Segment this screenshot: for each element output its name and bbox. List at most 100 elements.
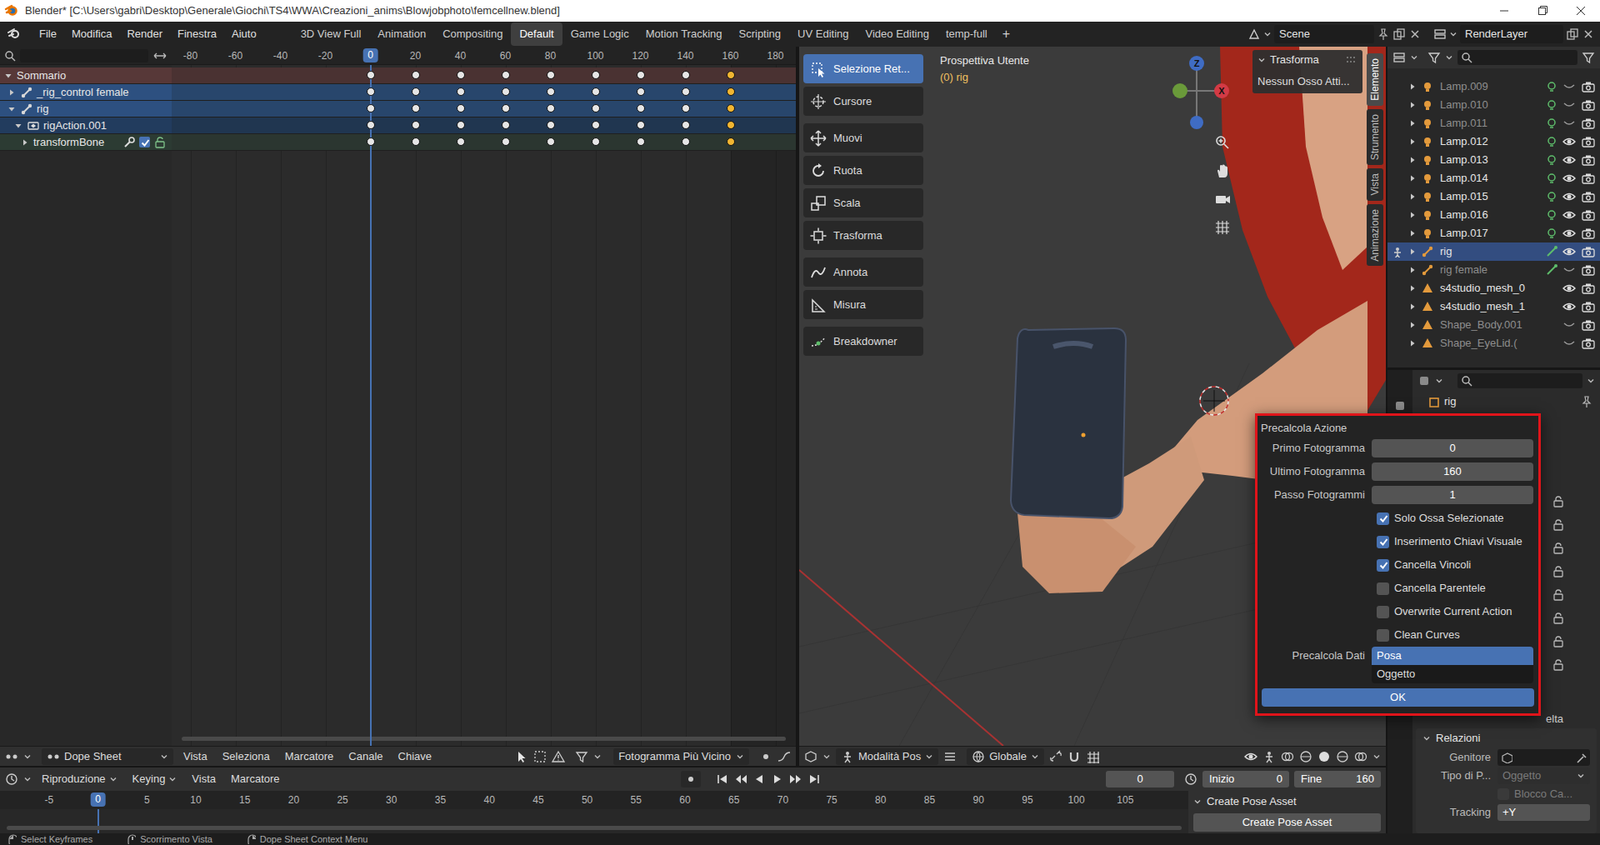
outliner-row[interactable]: rig: [1387, 242, 1600, 261]
editor-type-icon[interactable]: [5, 750, 19, 764]
close-icon[interactable]: [1581, 27, 1595, 41]
eye-icon[interactable]: [1560, 171, 1578, 185]
keyframe[interactable]: [591, 137, 600, 146]
workspace-tab[interactable]: Game Logic: [562, 22, 638, 46]
workspace-tab[interactable]: Motion Tracking: [637, 22, 731, 46]
gizmo-toggle-icon[interactable]: [1262, 750, 1276, 764]
expand-icon[interactable]: [1406, 119, 1419, 128]
editor-type-icon[interactable]: [1417, 374, 1431, 388]
render-icon[interactable]: [1580, 300, 1597, 314]
outliner-row[interactable]: rig female: [1387, 260, 1600, 280]
horizontal-scrollbar[interactable]: [181, 736, 786, 741]
outliner-row[interactable]: Lamp.009: [1387, 77, 1600, 96]
wireframe-icon[interactable]: [1299, 750, 1313, 764]
camera-view-icon[interactable]: [1213, 190, 1232, 209]
tracking-axis-field[interactable]: +Y: [1497, 804, 1590, 821]
keyframe[interactable]: [726, 120, 735, 130]
expand-icon[interactable]: [1406, 302, 1419, 311]
mode-dropdown[interactable]: Dope Sheet: [41, 748, 174, 765]
keyframe[interactable]: [681, 87, 690, 96]
workspace-tab[interactable]: Animation: [369, 22, 435, 46]
keyframe[interactable]: [411, 87, 420, 96]
tool-button[interactable]: Selezione Ret...: [803, 54, 924, 84]
keyframe[interactable]: [636, 70, 645, 80]
outliner-row[interactable]: Lamp.012: [1387, 132, 1600, 151]
render-icon[interactable]: [1580, 153, 1597, 167]
pan-icon[interactable]: [1213, 161, 1232, 180]
dialog-option-row[interactable]: Solo Ossa Selezionate: [1259, 506, 1537, 530]
header-menu[interactable]: Marcatore: [280, 748, 340, 765]
checkbox[interactable]: [1376, 535, 1390, 549]
expand-icon[interactable]: [1406, 229, 1419, 238]
interaction-mode-dropdown[interactable]: Modalità Pos: [835, 748, 939, 765]
close-window-icon[interactable]: [1561, 0, 1600, 22]
keyframe[interactable]: [546, 70, 555, 80]
filter-icon[interactable]: [575, 750, 589, 764]
snap-icon[interactable]: [1067, 750, 1081, 764]
menu-item[interactable]: Finestra: [170, 23, 225, 45]
timeline-menu[interactable]: Keying: [127, 770, 183, 788]
render-icon[interactable]: [1580, 208, 1597, 222]
dialog-option-row[interactable]: Clean Curves: [1259, 623, 1537, 647]
pin-icon[interactable]: [1580, 395, 1594, 409]
start-frame-field[interactable]: Inizio0: [1202, 770, 1290, 788]
keyframe[interactable]: [591, 120, 600, 130]
keyframe[interactable]: [681, 104, 690, 113]
tool-button[interactable]: Annota: [803, 257, 924, 287]
timeline-menu[interactable]: Vista: [186, 770, 221, 788]
keyframe[interactable]: [501, 104, 510, 113]
channel-row[interactable]: _rig_control female: [0, 84, 172, 101]
header-menu[interactable]: Chiave: [393, 748, 437, 765]
render-icon[interactable]: [1580, 336, 1597, 350]
lock-icon[interactable]: [1551, 495, 1565, 509]
menu-option[interactable]: Oggetto: [1371, 665, 1534, 684]
channel-row[interactable]: rigAction.001: [0, 117, 172, 135]
lock-icon[interactable]: [1551, 518, 1565, 532]
expand-icon[interactable]: [1406, 339, 1419, 348]
current-frame-marker[interactable]: 0: [362, 48, 379, 63]
menu-item[interactable]: Modifica: [64, 23, 120, 45]
eye-icon[interactable]: [1560, 208, 1578, 222]
channel-row[interactable]: transformBone: [0, 134, 172, 151]
eye-closed-icon[interactable]: [1560, 80, 1578, 94]
tool-button[interactable]: Ruota: [803, 155, 924, 185]
keyframe[interactable]: [591, 104, 600, 113]
keyframe[interactable]: [366, 87, 375, 96]
keyframe[interactable]: [366, 104, 375, 113]
menu-item[interactable]: Aiuto: [224, 23, 265, 45]
channel-checkbox[interactable]: [139, 136, 150, 148]
eye-closed-icon[interactable]: [1560, 336, 1578, 350]
tool-button[interactable]: Misura: [803, 290, 924, 320]
expand-icon[interactable]: [1406, 82, 1419, 91]
lock-icon[interactable]: [153, 135, 167, 150]
keyframe[interactable]: [501, 87, 510, 96]
eye-icon[interactable]: [1560, 281, 1578, 295]
tool-tab-icon[interactable]: [1390, 396, 1410, 415]
rendered-shading-icon[interactable]: [1354, 750, 1368, 764]
dialog-option-row[interactable]: Cancella Parentele: [1259, 576, 1537, 600]
lock-icon[interactable]: [1551, 588, 1565, 602]
overlay-icon[interactable]: [1280, 750, 1295, 764]
keyframe[interactable]: [591, 70, 600, 80]
channel-search-field[interactable]: [20, 49, 149, 63]
keyframe[interactable]: [366, 70, 375, 80]
outliner-row[interactable]: Lamp.013: [1387, 150, 1600, 170]
outliner-row[interactable]: s4studio_mesh_1: [1387, 297, 1600, 316]
collapse-icon[interactable]: [6, 105, 17, 114]
sidebar-tab[interactable]: Vista: [1366, 168, 1384, 200]
ortho-grid-icon[interactable]: [1213, 218, 1232, 237]
dialog-option-row[interactable]: Cancella Vincoli: [1259, 553, 1537, 577]
eyedropper-icon[interactable]: [1575, 751, 1587, 764]
relations-header[interactable]: Relazioni: [1415, 728, 1597, 749]
scene-field[interactable]: Scene: [1274, 25, 1375, 44]
workspace-tab[interactable]: Default: [510, 22, 562, 46]
render-icon[interactable]: [1580, 116, 1597, 130]
keyframe[interactable]: [546, 120, 555, 130]
sidebar-tab[interactable]: Elemento: [1366, 53, 1384, 106]
tool-button[interactable]: Scala: [803, 188, 924, 218]
blender-menu-icon[interactable]: [6, 25, 24, 43]
editor-type-icon[interactable]: [804, 750, 818, 764]
filter-icon[interactable]: [1581, 50, 1595, 65]
dialog-option-row[interactable]: Overwrite Current Action: [1259, 600, 1537, 624]
copy-icon[interactable]: [1392, 27, 1406, 41]
